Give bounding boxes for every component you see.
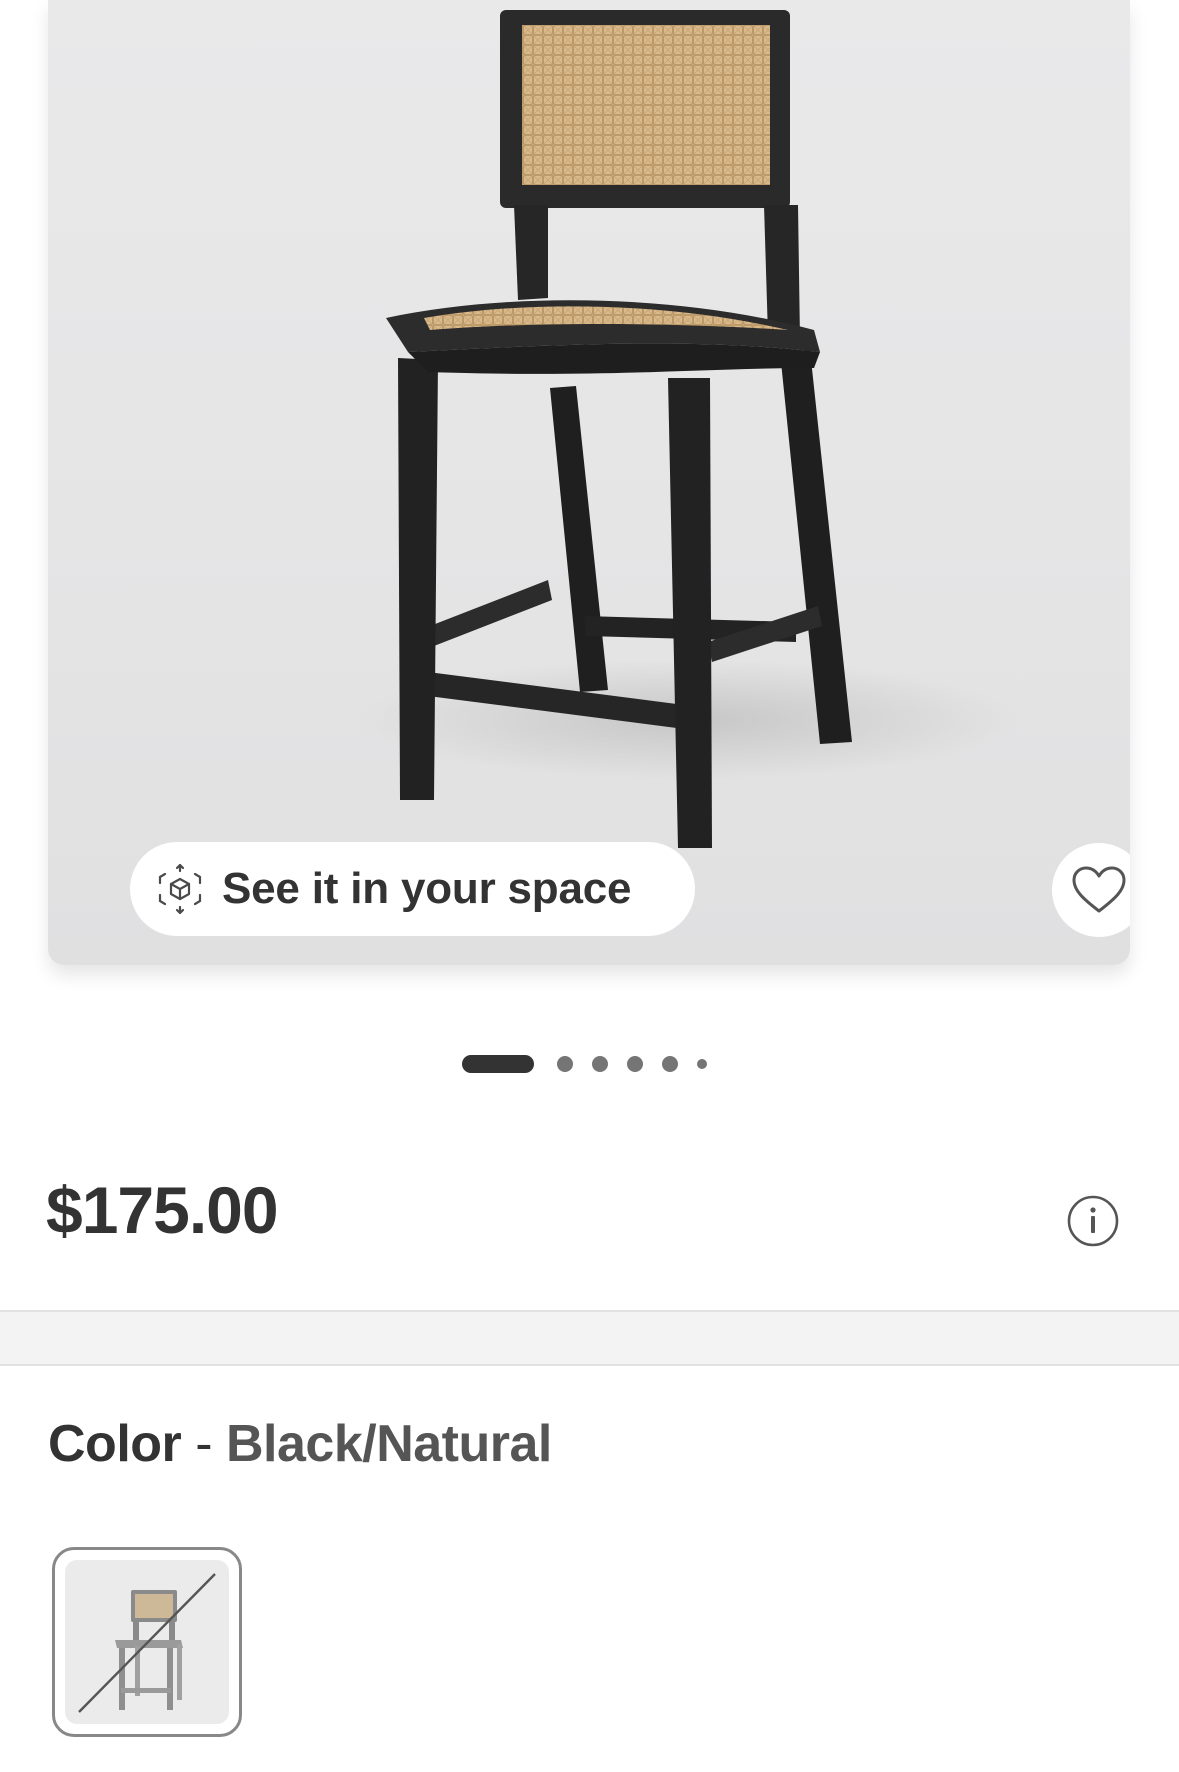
product-page: See it in your space $175.00 Color - Bla… — [0, 0, 1179, 1772]
heart-outline-icon — [1072, 866, 1126, 913]
carousel-dot-active[interactable] — [462, 1055, 534, 1073]
carousel-dot[interactable] — [697, 1059, 707, 1069]
product-image[interactable]: See it in your space — [48, 0, 1130, 965]
ar-cube-icon — [152, 861, 208, 917]
counter-stool-image — [358, 10, 1018, 848]
carousel-dot[interactable] — [627, 1056, 643, 1072]
color-label: Color — [48, 1415, 182, 1473]
carousel-dot[interactable] — [557, 1056, 573, 1072]
color-value: Black/Natural — [225, 1415, 552, 1473]
color-selection-heading: Color - Black/Natural — [48, 1414, 552, 1474]
product-price: $175.00 — [46, 1173, 279, 1247]
see-it-in-your-space-button[interactable]: See it in your space — [130, 842, 695, 936]
carousel-dot[interactable] — [662, 1056, 678, 1072]
swatch-thumbnail — [65, 1560, 229, 1724]
section-divider — [0, 1310, 1179, 1366]
carousel-pagination[interactable] — [462, 1052, 722, 1076]
price-info-button[interactable] — [1065, 1193, 1121, 1249]
info-circle-icon — [1067, 1195, 1119, 1247]
carousel-dot[interactable] — [592, 1056, 608, 1072]
see-it-in-your-space-label: See it in your space — [222, 864, 632, 913]
color-separator: - — [181, 1415, 226, 1473]
color-swatch-black-natural[interactable] — [52, 1547, 242, 1737]
